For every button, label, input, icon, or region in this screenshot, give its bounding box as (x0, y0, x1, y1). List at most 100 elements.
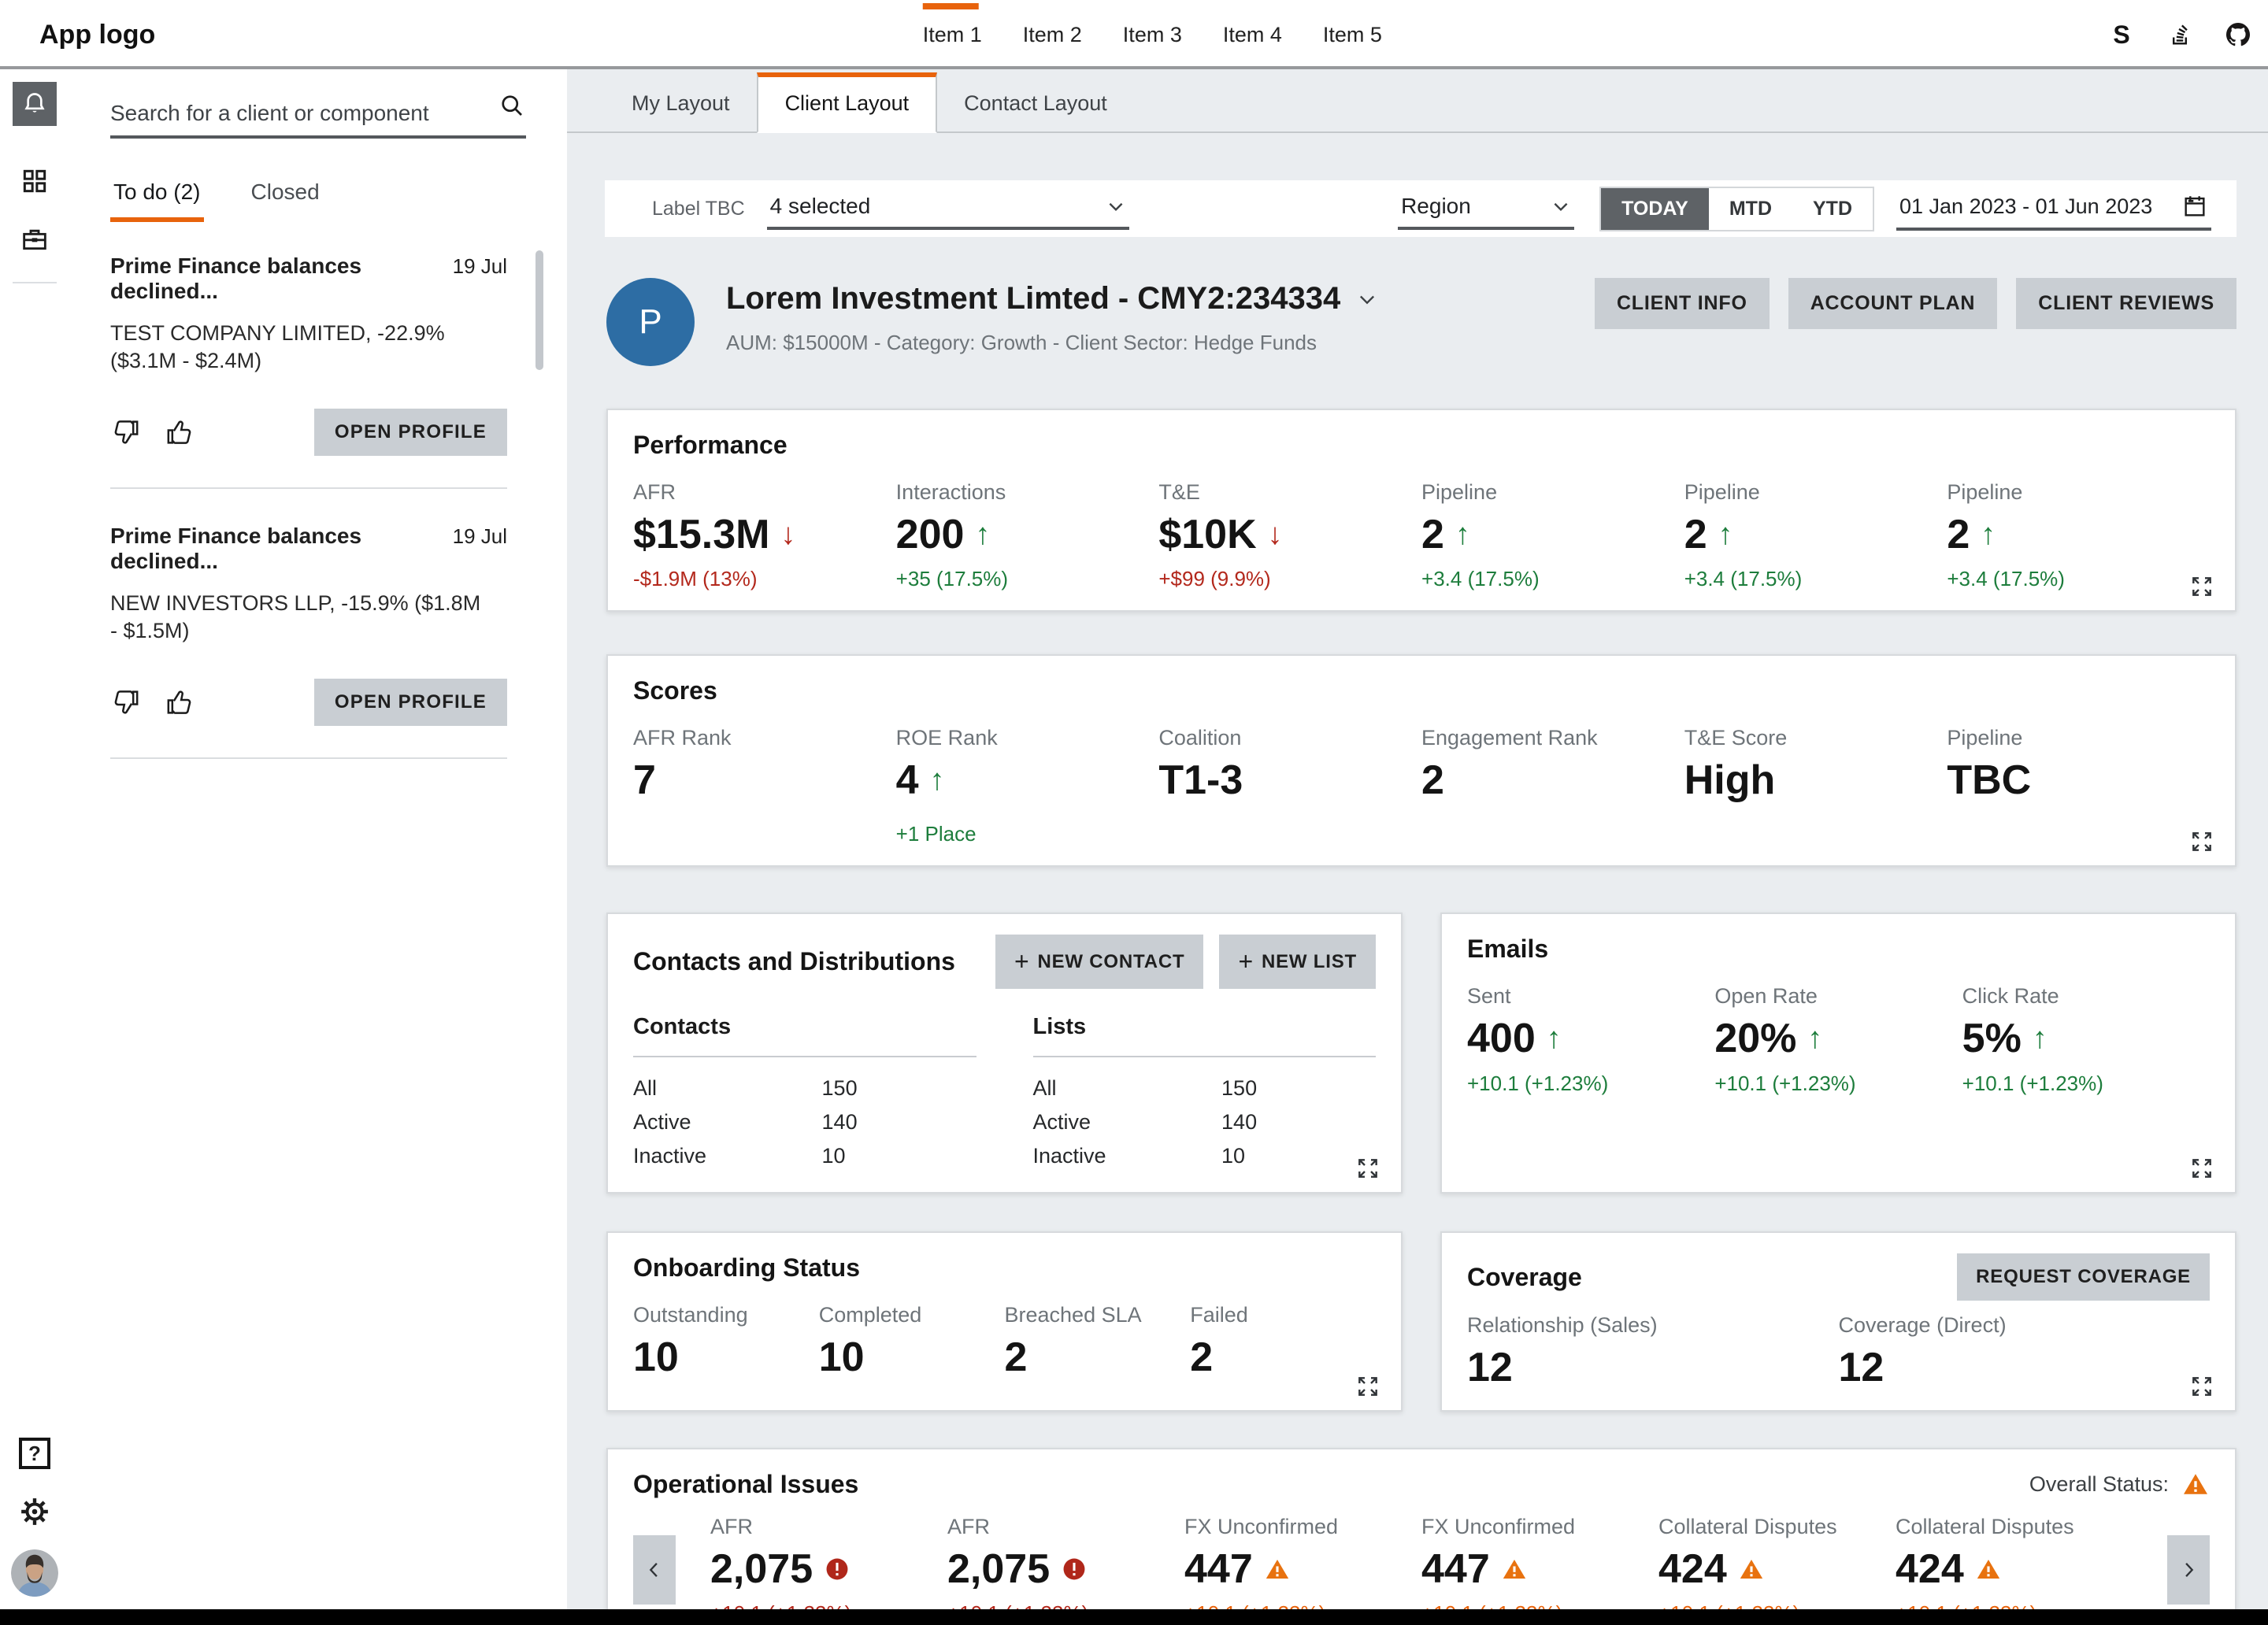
card-title: Performance (633, 431, 2210, 460)
briefcase-icon[interactable] (13, 217, 57, 261)
metric-relationship-sales: Relationship (Sales) 12 (1467, 1313, 1839, 1390)
client-reviews-button[interactable]: CLIENT REVIEWS (2016, 278, 2236, 329)
card-title: Contacts and Distributions (633, 947, 955, 976)
chevron-down-icon (1551, 196, 1571, 217)
card-title: Operational Issues (633, 1470, 858, 1499)
plus-icon (1238, 947, 1254, 976)
multiselect-value: 4 selected (770, 194, 871, 219)
apps-grid-icon[interactable] (13, 159, 57, 203)
table-row: Active140 (1033, 1105, 1377, 1139)
error-icon (1061, 1556, 1088, 1582)
period-ytd[interactable]: YTD (1792, 188, 1873, 230)
tab-contact-layout[interactable]: Contact Layout (937, 72, 1134, 131)
sidebar-tabs: To do (2) Closed (110, 180, 526, 222)
thumbs-up-icon[interactable] (164, 687, 195, 718)
tab-todo[interactable]: To do (2) (110, 180, 204, 222)
nav-item-3[interactable]: Item 3 (1123, 0, 1182, 69)
app-logo: App logo (39, 0, 155, 69)
metric-afr-issues: AFR 2,075 +10.1 (+1.23%) (710, 1515, 947, 1625)
thumbs-up-icon[interactable] (164, 416, 195, 448)
trend-up-icon: ↑ (1981, 519, 1996, 552)
alert-title: Prime Finance balances declined... (110, 524, 440, 574)
region-value: Region (1401, 194, 1471, 219)
expand-icon[interactable] (2189, 1374, 2214, 1399)
metric-coalition: Coalition T1-3 (1158, 726, 1421, 846)
table-row: All150 (633, 1072, 976, 1105)
client-header: P Lorem Investment Limted - CMY2:234334 … (606, 278, 2236, 366)
metric-pipeline: Pipeline 2↑ +3.4 (17.5%) (1684, 480, 1947, 591)
carousel-prev-button[interactable] (633, 1535, 676, 1605)
alert-date: 19 Jul (453, 524, 507, 549)
region-select[interactable]: Region (1398, 187, 1574, 230)
tab-closed[interactable]: Closed (248, 180, 323, 222)
nav-item-1[interactable]: Item 1 (923, 0, 982, 69)
metric-breached-sla: Breached SLA 2 (1005, 1303, 1191, 1380)
carousel-next-button[interactable] (2167, 1535, 2210, 1605)
tab-my-layout[interactable]: My Layout (605, 72, 757, 131)
rail-bottom-group (0, 1438, 69, 1597)
stackoverflow-icon[interactable] (2166, 20, 2194, 49)
table-row: Active140 (633, 1105, 976, 1139)
onboarding-status-card: Onboarding Status Outstanding 10 Complet… (606, 1231, 1403, 1411)
alert-body: TEST COMPANY LIMITED, -22.9% ($3.1M - $2… (110, 320, 507, 374)
client-meta: AUM: $15000M - Category: Growth - Client… (726, 331, 1378, 355)
open-profile-button[interactable]: OPEN PROFILE (314, 409, 507, 456)
metric-outstanding: Outstanding 10 (633, 1303, 819, 1380)
search-icon[interactable] (498, 91, 526, 126)
tab-client-layout[interactable]: Client Layout (757, 72, 938, 133)
new-contact-button[interactable]: NEW CONTACT (995, 935, 1204, 989)
s-brand-icon[interactable]: S (2107, 20, 2136, 49)
period-today[interactable]: TODAY (1601, 188, 1709, 230)
thumbs-down-icon[interactable] (110, 687, 142, 718)
filter-bar: Label TBC 4 selected Region TODAY MTD YT… (605, 180, 2236, 237)
warning-icon (1501, 1556, 1528, 1582)
metric-pipeline-score: Pipeline TBC (1947, 726, 2210, 846)
nav-item-5[interactable]: Item 5 (1323, 0, 1382, 69)
label-multiselect[interactable]: 4 selected (767, 187, 1129, 230)
metric-coverage-direct: Coverage (Direct) 12 (1839, 1313, 2211, 1390)
metric-sent: Sent 400↑ +10.1 (+1.23%) (1467, 984, 1714, 1095)
icon-rail (0, 69, 69, 1625)
trend-up-icon: ↑ (1455, 519, 1470, 552)
alert-divider (110, 487, 507, 489)
alert-divider (110, 757, 507, 759)
top-navigation: Item 1 Item 2 Item 3 Item 4 Item 5 (923, 0, 1382, 69)
warning-icon (1264, 1556, 1291, 1582)
metric-pipeline: Pipeline 2↑ +3.4 (17.5%) (1421, 480, 1684, 591)
open-profile-button[interactable]: OPEN PROFILE (314, 679, 507, 726)
nav-item-4[interactable]: Item 4 (1223, 0, 1282, 69)
client-info-button[interactable]: CLIENT INFO (1595, 278, 1770, 329)
thumbs-down-icon[interactable] (110, 416, 142, 448)
warning-icon (1975, 1556, 2002, 1582)
metric-fx-unconfirmed: FX Unconfirmed 447 +10.1 (+1.23%) (1421, 1515, 1658, 1625)
trend-up-icon: ↑ (1547, 1023, 1562, 1056)
card-title: Onboarding Status (633, 1253, 1376, 1283)
date-range-picker[interactable]: 01 Jan 2023 - 01 Jun 2023 (1896, 187, 2211, 231)
expand-icon[interactable] (2189, 1156, 2214, 1181)
metric-te: T&E $10K↓ +$99 (9.9%) (1158, 480, 1421, 591)
layout-tabs: My Layout Client Layout Contact Layout (567, 72, 2268, 133)
search-input[interactable] (110, 101, 498, 126)
sidebar-scrollbar[interactable] (536, 250, 543, 370)
trend-down-icon: ↓ (780, 519, 795, 552)
help-icon[interactable] (19, 1438, 50, 1469)
bottom-bar (0, 1609, 2268, 1625)
account-plan-button[interactable]: ACCOUNT PLAN (1788, 278, 1998, 329)
new-list-button[interactable]: NEW LIST (1219, 935, 1376, 989)
expand-icon[interactable] (2189, 829, 2214, 854)
lists-group: Lists All150 Active140 Inactive10 (1033, 1014, 1377, 1173)
metric-completed: Completed 10 (819, 1303, 1005, 1380)
expand-icon[interactable] (1355, 1374, 1380, 1399)
expand-icon[interactable] (1355, 1156, 1380, 1181)
expand-icon[interactable] (2189, 574, 2214, 599)
nav-item-2[interactable]: Item 2 (1023, 0, 1082, 69)
settings-gear-icon[interactable] (17, 1494, 52, 1529)
metric-te-score: T&E Score High (1684, 726, 1947, 846)
github-icon[interactable] (2224, 20, 2252, 49)
request-coverage-button[interactable]: REQUEST COVERAGE (1957, 1253, 2210, 1301)
user-avatar[interactable] (11, 1549, 58, 1597)
alert-card: Prime Finance balances declined... 19 Ju… (110, 247, 507, 489)
notifications-bell-icon[interactable] (13, 82, 57, 126)
period-mtd[interactable]: MTD (1709, 188, 1792, 230)
trend-up-icon: ↑ (1807, 1023, 1822, 1056)
